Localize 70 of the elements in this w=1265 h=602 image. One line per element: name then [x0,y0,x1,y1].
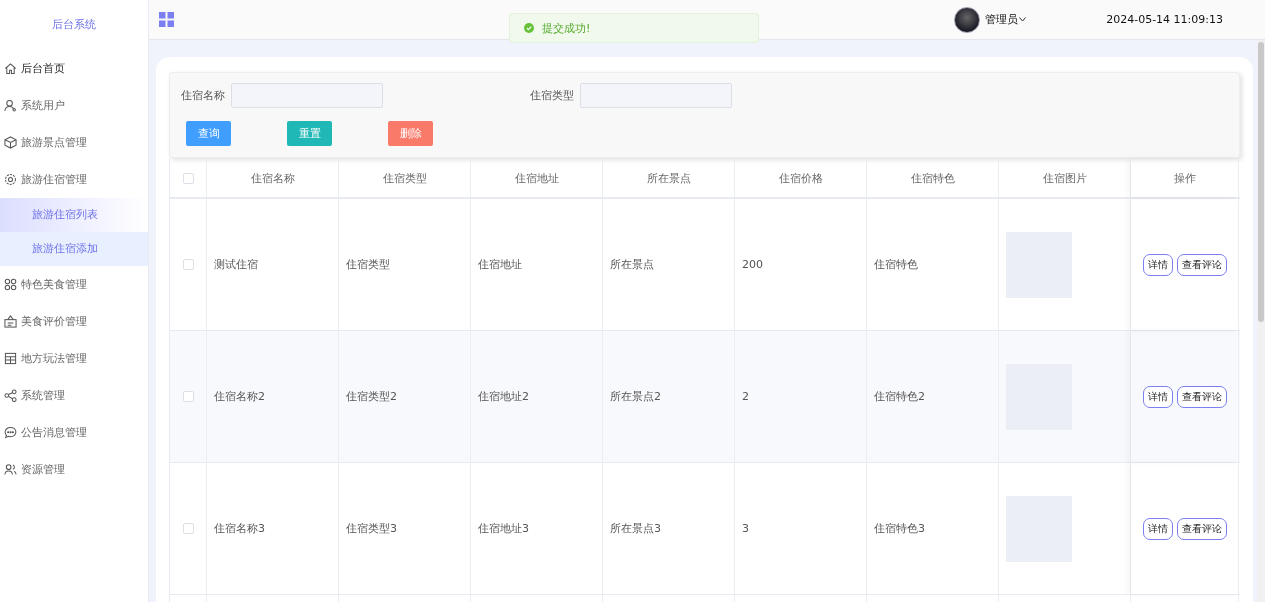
input-field[interactable] [580,83,732,108]
details-button[interactable]: 详情 [1142,385,1173,408]
table-cell: 200 [735,199,867,330]
input-field[interactable] [231,83,383,108]
table-cell: 住宿名称3 [207,463,339,594]
table-cell: 住宿地址2 [471,331,603,462]
table-cell: 住宿类型2 [339,331,471,462]
home-icon [4,62,17,75]
table-cell: 住宿特色 [867,199,999,330]
table-cell: 所在景点 [603,199,735,330]
checkbox[interactable] [182,259,194,270]
column-header: 操作 [1131,159,1239,197]
table-cell: 住宿类型3 [339,463,471,594]
details-button[interactable]: 详情 [1142,253,1173,276]
checkbox[interactable] [182,172,194,184]
table-cell: 所在景点2 [603,331,735,462]
menu-item[interactable]: 特色美食管理 [0,266,148,303]
menu-item[interactable]: 系统用户 [0,87,148,124]
view-comments-button[interactable]: 查看评论 [1176,385,1227,408]
caret-icon [1019,17,1027,22]
table-cell: 测试住宿 [207,199,339,330]
field-label: 住宿名称 [181,88,225,103]
menu-item[interactable]: 旅游住宿管理 [0,161,148,198]
sidebar-title: 后台系统 [51,17,97,33]
column-header: 住宿图片 [999,159,1131,197]
user-icon [4,99,17,112]
table-cell: 住宿类型 [339,199,471,330]
column-header: 住宿类型 [339,159,471,197]
menu-item[interactable]: 地方玩法管理 [0,340,148,377]
column-header: 住宿特色 [867,159,999,197]
table-cell: 2 [735,331,867,462]
column-header: 住宿地址 [471,159,603,197]
table-cell: 3 [735,463,867,594]
table-cell: 住宿名称2 [207,331,339,462]
view-comments-button[interactable]: 查看评论 [1176,253,1227,276]
gear-icon [4,173,17,186]
menu-item[interactable]: 系统管理 [0,377,148,414]
scrollbar[interactable] [1257,40,1265,602]
check-circle-icon [524,23,534,33]
details-button[interactable]: 详情 [1142,517,1173,540]
menu-item[interactable]: 后台首页 [0,50,148,87]
toast-message: 提交成功! [542,20,591,36]
chat-icon [4,426,17,439]
cube-icon [4,136,17,149]
table-icon [4,352,17,365]
user-menu[interactable]: 管理员 [985,12,1027,27]
menu-item[interactable]: 美食评价管理 [0,303,148,340]
share-icon [4,389,17,402]
table-cell: 住宿特色2 [867,331,999,462]
submenu-item[interactable]: 旅游住宿添加 [0,232,148,266]
menu-item[interactable]: 公告消息管理 [0,414,148,451]
table-cell: 住宿地址3 [471,463,603,594]
users-icon [4,463,17,476]
menu-item[interactable]: 旅游景点管理 [0,124,148,161]
column-header: 住宿名称 [207,159,339,197]
column-header: 所在景点 [603,159,735,197]
avatar[interactable] [954,6,981,33]
view-comments-button[interactable]: 查看评论 [1176,517,1227,540]
menu-item[interactable]: 资源管理 [0,451,148,488]
sign-board-icon [4,315,17,328]
column-header: 住宿价格 [735,159,867,197]
table-cell: 所在景点3 [603,463,735,594]
table-cell: 住宿特色3 [867,463,999,594]
checkbox[interactable] [182,523,194,534]
table-cell: 住宿地址 [471,199,603,330]
grid-icon[interactable] [159,12,174,27]
checkbox[interactable] [182,391,194,402]
datetime: 2024-05-14 11:09:13 [1106,13,1223,26]
field-label: 住宿类型 [530,88,574,103]
grid-icon [4,278,17,291]
